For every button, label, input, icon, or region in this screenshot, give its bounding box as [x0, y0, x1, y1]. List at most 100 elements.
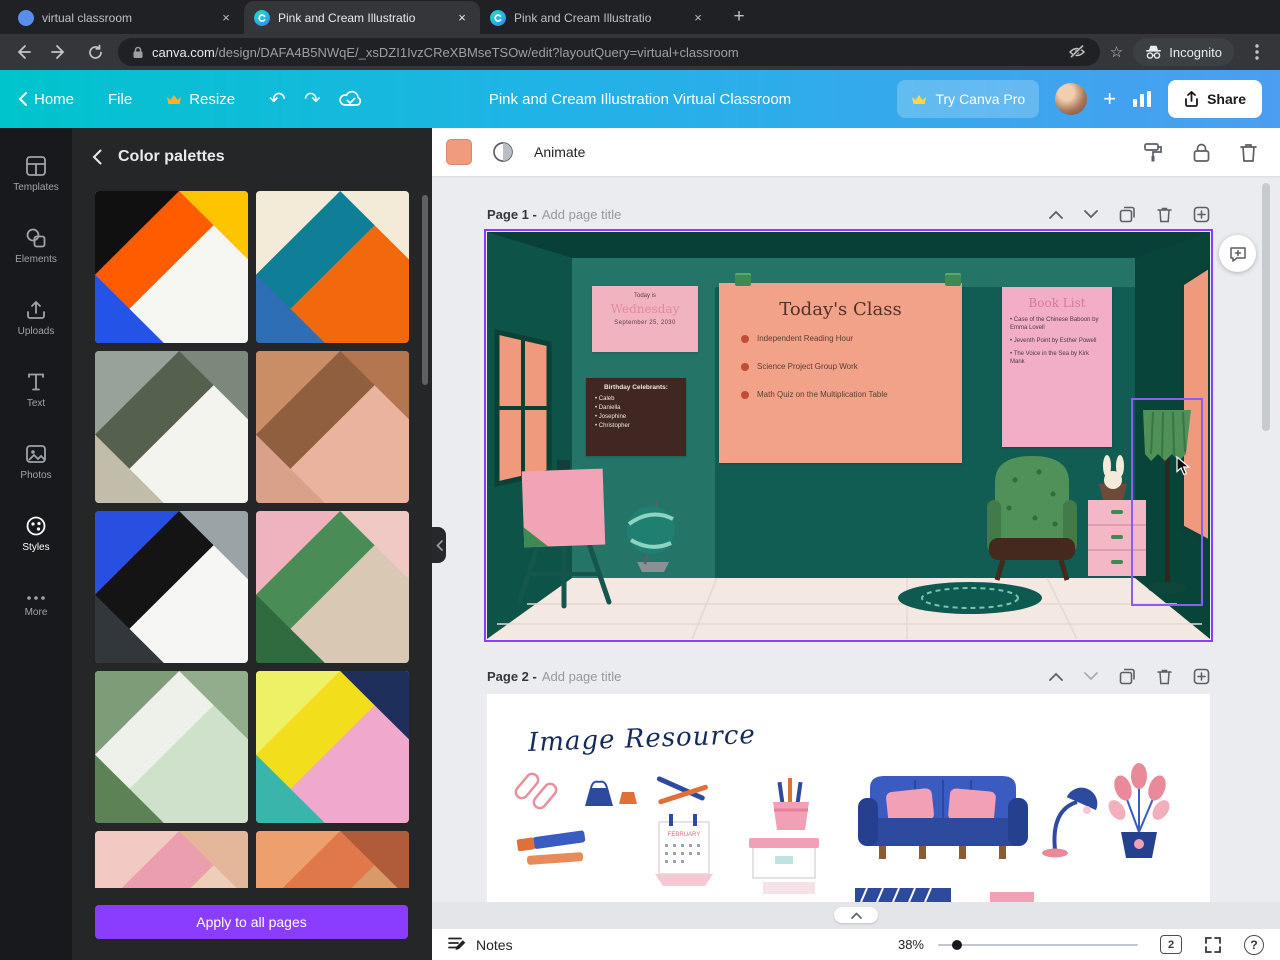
sidebar-item-text[interactable]: Text	[0, 354, 72, 426]
zoom-value: 38%	[897, 937, 924, 952]
panel-collapse-handle[interactable]	[432, 527, 446, 563]
book-item: Case of the Chinese Baboon by Emma Lovel…	[1010, 316, 1104, 332]
canvas-scrollbar[interactable]	[1262, 183, 1270, 431]
palette-swatch[interactable]	[256, 831, 409, 888]
paperclips-illustration	[514, 772, 558, 810]
cloud-saved-icon	[338, 90, 363, 108]
file-menu-button[interactable]: File	[108, 91, 132, 108]
page1-canvas[interactable]: Today is Wednesday September 25, 2030 Bi…	[484, 229, 1213, 642]
browser-menu-icon[interactable]	[1244, 39, 1270, 65]
sidebar-item-elements[interactable]: Elements	[0, 210, 72, 282]
book-item: Jeventh Point by Esther Powell	[1010, 337, 1104, 345]
palette-swatch[interactable]	[95, 511, 248, 663]
undo-icon[interactable]: ↶	[269, 87, 286, 112]
bookmark-star-icon[interactable]: ☆	[1110, 43, 1123, 61]
palette-swatch[interactable]	[95, 191, 248, 343]
copy-style-icon[interactable]	[1143, 142, 1164, 163]
transparency-icon[interactable]	[492, 141, 514, 163]
tab1-close-icon[interactable]: ×	[218, 10, 234, 26]
elements-icon	[26, 228, 46, 248]
date-poster[interactable]: Today is Wednesday September 25, 2030	[592, 286, 698, 352]
apply-to-all-pages-button[interactable]: Apply to all pages	[95, 905, 408, 939]
try-canva-pro-button[interactable]: Try Canva Pro	[897, 80, 1040, 118]
page2-title-placeholder[interactable]: Add page title	[542, 669, 622, 684]
palette-swatch[interactable]	[256, 511, 409, 663]
page1-move-down-icon[interactable]	[1084, 209, 1098, 219]
text-icon	[28, 373, 44, 391]
sidebar-item-photos[interactable]: Photos	[0, 426, 72, 498]
page1-duplicate-icon[interactable]	[1119, 206, 1136, 223]
document-title[interactable]: Pink and Cream Illustration Virtual Clas…	[489, 91, 791, 108]
sidebar-item-templates[interactable]: Templates	[0, 138, 72, 210]
panel-title: Color palettes	[118, 148, 225, 165]
page1-title-placeholder[interactable]: Add page title	[542, 207, 622, 222]
insights-icon[interactable]	[1132, 90, 1152, 108]
zoom-slider[interactable]	[938, 939, 1138, 950]
palette-swatch[interactable]	[95, 351, 248, 503]
styles-icon	[26, 516, 46, 536]
page1-add-page-icon[interactable]	[1193, 206, 1210, 223]
add-comment-button[interactable]	[1219, 235, 1256, 272]
browser-navbar: canva.com/design/DAFA4B5NWqE/_xsDZI1IvzC…	[0, 34, 1280, 70]
editor-canvas-area: Animate Page 1 - Add page title Today is…	[432, 128, 1280, 928]
browser-tab-2-active[interactable]: Pink and Cream Illustratio ×	[244, 1, 480, 34]
new-tab-button[interactable]: +	[724, 2, 754, 32]
eye-off-icon[interactable]	[1068, 44, 1086, 60]
color-palettes-panel: Color palettes Apply to all pages	[72, 128, 432, 960]
tab2-close-icon[interactable]: ×	[454, 10, 470, 26]
birthday-name: Josephine	[595, 413, 677, 422]
animate-button[interactable]: Animate	[534, 144, 585, 160]
page2-delete-icon[interactable]	[1157, 668, 1172, 685]
zoom-slider-handle[interactable]	[952, 939, 962, 950]
palette-swatch[interactable]	[256, 191, 409, 343]
sidebar-item-more[interactable]: More	[0, 570, 72, 642]
panel-scrollbar[interactable]	[422, 195, 428, 385]
browser-tab-3[interactable]: Pink and Cream Illustratio ×	[480, 1, 716, 34]
book-list-poster[interactable]: Book List Case of the Chinese Baboon by …	[1002, 287, 1112, 447]
notes-button[interactable]: Notes	[448, 936, 513, 953]
sidebar-item-styles[interactable]: Styles	[0, 498, 72, 570]
reload-icon[interactable]	[82, 39, 108, 65]
chevron-left-icon	[18, 92, 27, 106]
mouse-cursor	[1176, 456, 1191, 476]
page2-move-down-icon[interactable]	[1084, 671, 1098, 681]
resize-button[interactable]: Resize	[166, 91, 235, 108]
photos-icon	[26, 445, 46, 463]
fullscreen-icon[interactable]	[1204, 936, 1222, 954]
todays-class-poster[interactable]: Today's Class Independent Reading Hour S…	[719, 283, 962, 463]
lock-icon[interactable]	[1192, 142, 1211, 163]
page1-delete-icon[interactable]	[1157, 206, 1172, 223]
back-icon[interactable]	[10, 39, 36, 65]
tab3-close-icon[interactable]: ×	[690, 10, 706, 26]
trash-icon[interactable]	[1239, 142, 1258, 163]
window	[494, 328, 552, 488]
page2-duplicate-icon[interactable]	[1119, 668, 1136, 685]
birthday-board[interactable]: Birthday Celebrants: Caleb Daniella Jose…	[586, 378, 686, 456]
page1-move-up-icon[interactable]	[1049, 210, 1063, 219]
browser-tab-1[interactable]: virtual classroom ×	[8, 1, 244, 34]
home-button[interactable]: Home	[18, 91, 74, 108]
account-avatar[interactable]	[1055, 83, 1088, 115]
page2-move-up-icon[interactable]	[1049, 672, 1063, 681]
notebooks-illustration	[855, 887, 1034, 902]
palette-swatch[interactable]	[95, 671, 248, 823]
sidebar-item-uploads[interactable]: Uploads	[0, 282, 72, 354]
palette-swatch[interactable]	[95, 831, 248, 888]
share-button[interactable]: Share	[1168, 80, 1262, 118]
address-bar[interactable]: canva.com/design/DAFA4B5NWqE/_xsDZI1IvzC…	[118, 38, 1100, 66]
fill-color-chip[interactable]	[446, 139, 472, 165]
rug	[898, 582, 1042, 614]
palette-swatch[interactable]	[256, 671, 409, 823]
page2-canvas[interactable]: Image Resource FEBRUARY	[487, 694, 1210, 902]
expand-pages-button[interactable]	[834, 907, 878, 923]
panel-back-icon[interactable]	[92, 149, 102, 165]
add-member-button[interactable]: +	[1103, 86, 1116, 112]
page-count-badge[interactable]: 2	[1160, 935, 1182, 954]
help-button[interactable]: ?	[1244, 934, 1264, 955]
chevron-up-icon	[850, 911, 862, 919]
lamp-selection-box[interactable]	[1131, 398, 1203, 606]
forward-icon[interactable]	[46, 39, 72, 65]
redo-icon[interactable]: ↷	[304, 87, 321, 112]
palette-swatch[interactable]	[256, 351, 409, 503]
page2-add-page-icon[interactable]	[1193, 668, 1210, 685]
